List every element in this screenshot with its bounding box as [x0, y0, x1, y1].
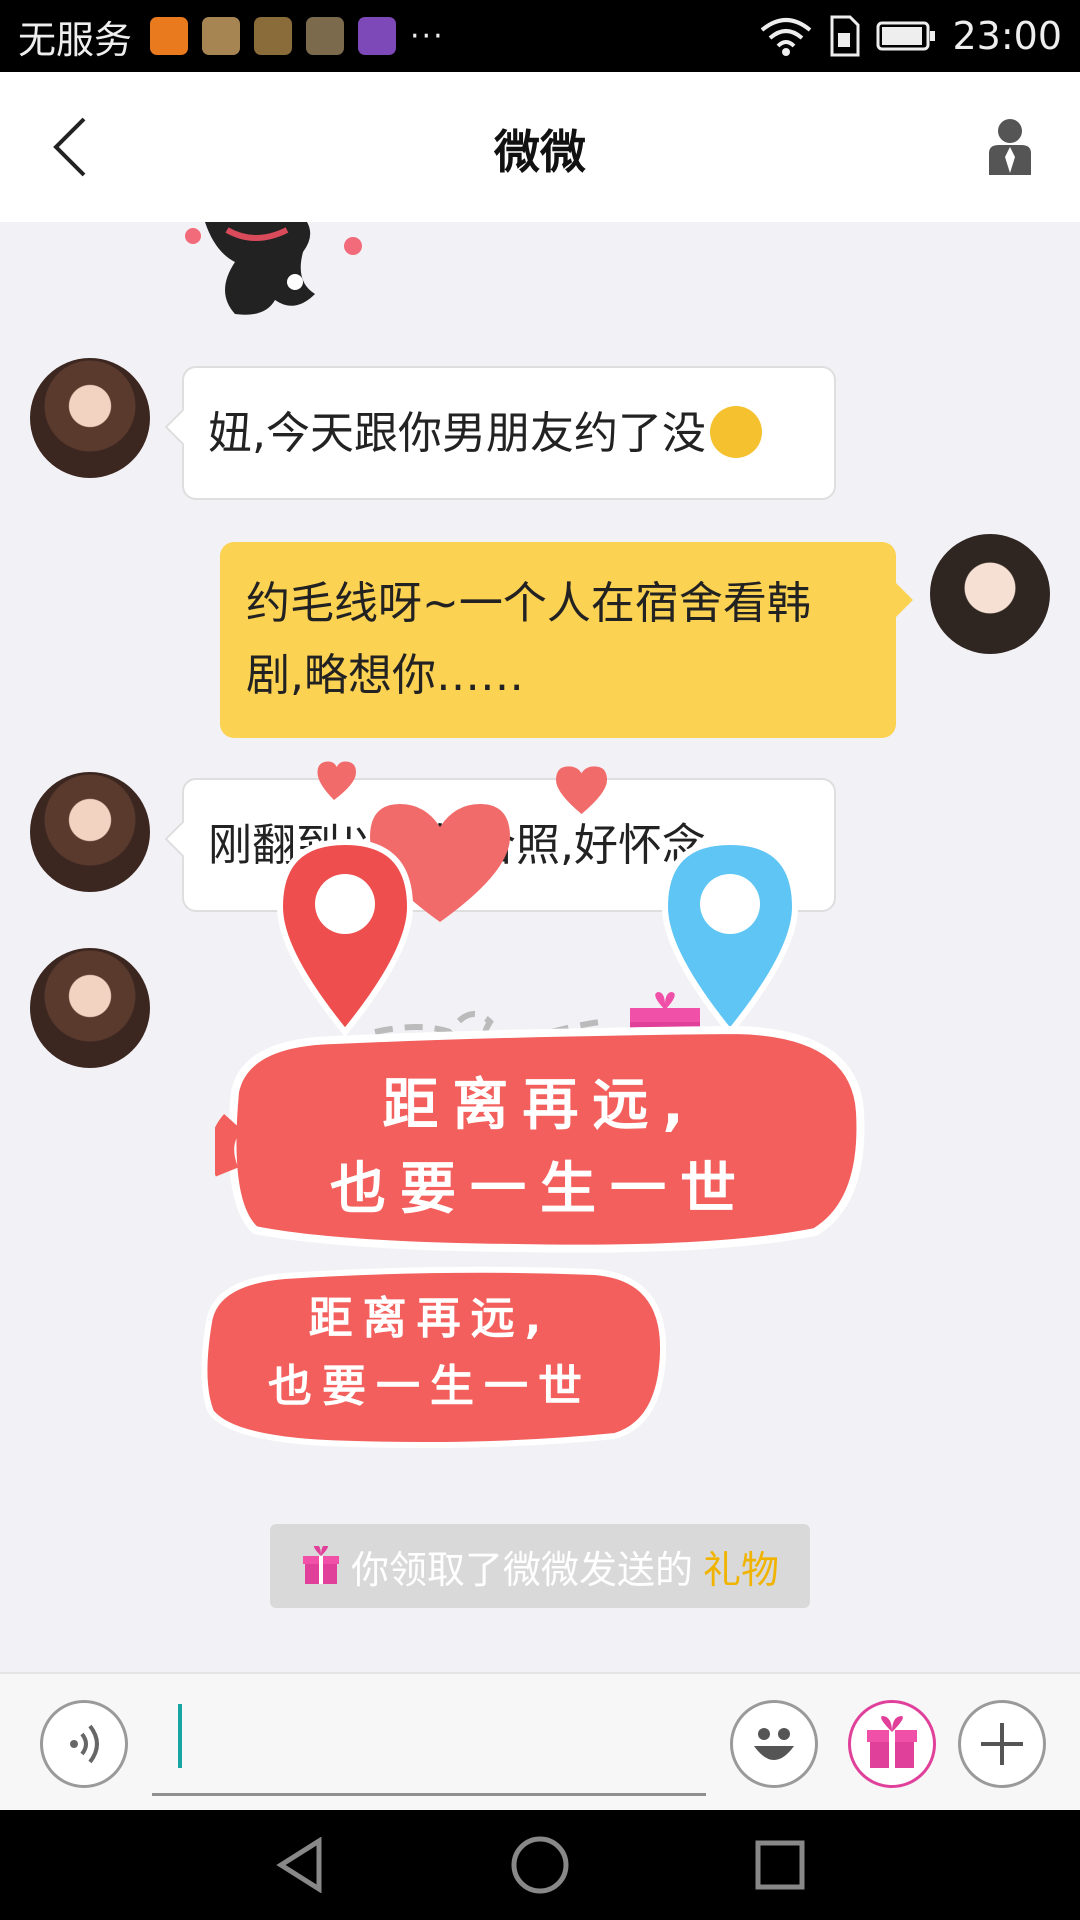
message-input[interactable] [152, 1696, 706, 1796]
voice-input-button[interactable] [40, 1700, 128, 1788]
nav-home-button[interactable] [495, 1830, 585, 1900]
send-gift-button[interactable] [848, 1700, 936, 1788]
sender-avatar[interactable] [30, 772, 150, 892]
message-text-line2: 剧,略想你…… [246, 650, 524, 701]
chat-header: 微微 [0, 72, 1080, 222]
message-list[interactable]: 妞,今天跟你男朋友约了没 约毛线呀~一个人在宿舍看韩 剧,略想你…… 刚翻到以前… [0, 222, 1080, 1672]
notice-text: 你领取了微微发送的 [350, 1547, 693, 1592]
uc-browser-icon [150, 17, 189, 55]
wifi-icon [761, 18, 812, 56]
gift-icon [302, 1546, 339, 1584]
no-sim-icon [830, 15, 860, 57]
person-icon [989, 119, 1031, 175]
sender-avatar[interactable] [30, 948, 150, 1068]
plus-icon [981, 1723, 1023, 1765]
carrier-label: 无服务 [18, 17, 133, 62]
gift-received-notice[interactable]: 你领取了微微发送的 礼物 [270, 1524, 810, 1608]
triangle-back-icon [276, 1837, 322, 1893]
gift-icon [867, 1716, 917, 1768]
red-location-pin [276, 838, 414, 1053]
status-left: 无服务 ··· [18, 0, 445, 72]
contact-profile-button[interactable] [970, 107, 1050, 187]
notice-gift-link[interactable]: 礼物 [703, 1539, 779, 1594]
heart-icon [317, 761, 356, 800]
emoji-button[interactable] [730, 1700, 818, 1788]
nav-back-button[interactable] [255, 1830, 345, 1900]
sticker-blob-large [215, 1025, 865, 1253]
cat-sticker [185, 222, 362, 315]
sender-avatar[interactable] [30, 358, 150, 478]
sticker-caption-large-line1: 距离再远, [382, 1073, 698, 1138]
square-recents-icon [755, 1840, 805, 1890]
health-app-icon [202, 17, 241, 55]
message-text: 妞,今天跟你男朋友约了没 [208, 408, 706, 459]
sticker-caption-small-line2: 也要一生一世 [268, 1361, 592, 1412]
keyboard-icon [358, 17, 397, 55]
voice-icon [70, 1724, 99, 1764]
sticker-caption-small-line1: 距离再远, [308, 1293, 552, 1344]
wink-emoji-icon [710, 406, 762, 458]
nav-recents-button[interactable] [735, 1830, 825, 1900]
smiley-icon [754, 1728, 794, 1760]
status-bar: 无服务 ··· 23:00 [0, 0, 1080, 72]
page-title: 微微 [494, 125, 586, 179]
circle-home-icon [511, 1836, 569, 1894]
text-cursor [178, 1704, 182, 1768]
composer-bar [0, 1672, 1080, 1810]
message-bubble-incoming[interactable]: 妞,今天跟你男朋友约了没 [182, 366, 836, 500]
message-text-line1: 约毛线呀~一个人在宿舍看韩 [246, 578, 811, 629]
more-notifications-icon: ··· [410, 18, 445, 54]
message-bubble-outgoing[interactable]: 约毛线呀~一个人在宿舍看韩 剧,略想你…… [220, 542, 896, 738]
gallery-icon [306, 17, 345, 55]
battery-icon [876, 21, 936, 51]
more-options-button[interactable] [958, 1700, 1046, 1788]
status-time: 23:00 [952, 14, 1062, 58]
notification-app-icon [254, 17, 293, 55]
sticker-caption-large-line2: 也要一生一世 [330, 1157, 750, 1222]
heart-icon [556, 766, 607, 814]
my-avatar[interactable] [930, 534, 1050, 654]
status-right: 23:00 [760, 0, 1062, 72]
system-nav-bar [0, 1810, 1080, 1920]
